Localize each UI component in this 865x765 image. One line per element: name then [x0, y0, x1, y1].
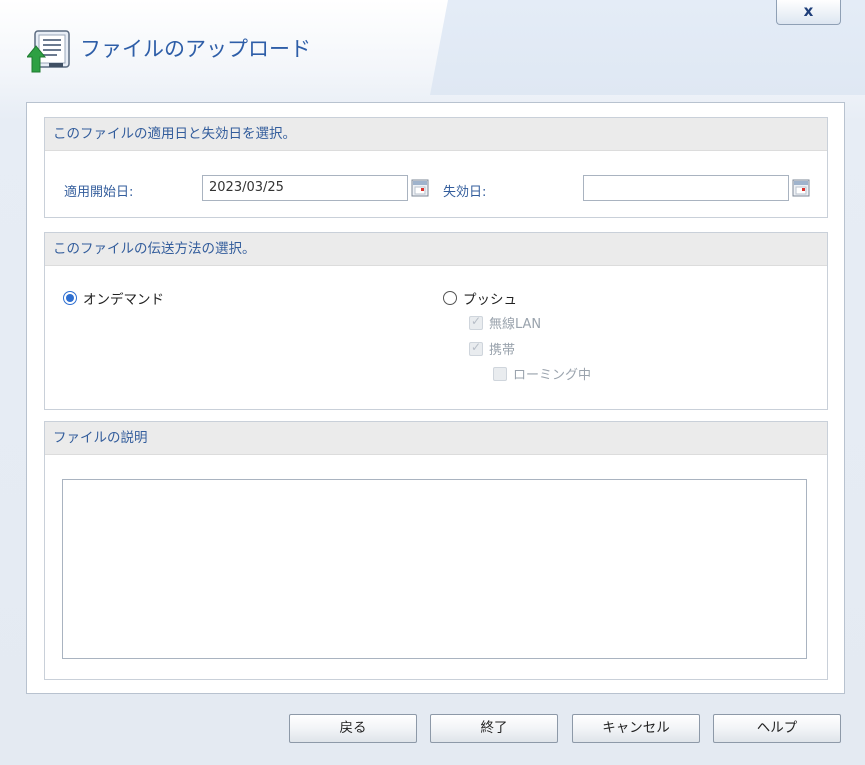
- on-demand-radio[interactable]: [63, 291, 77, 305]
- calendar-icon[interactable]: [411, 179, 429, 197]
- delivery-section: このファイルの伝送方法の選択。 オンデマンド プッシュ 無線LAN 携帯 ローミ…: [44, 232, 828, 410]
- expiry-date-label: 失効日:: [443, 185, 487, 200]
- roaming-checkbox[interactable]: [493, 367, 507, 381]
- wireless-lan-checkbox[interactable]: [469, 314, 483, 330]
- mobile-label: 携帯: [489, 343, 516, 358]
- on-demand-label: オンデマンド: [83, 292, 164, 308]
- back-button[interactable]: 戻る: [289, 714, 417, 743]
- content-panel: このファイルの適用日と失効日を選択。 適用開始日: 2023/03/25 失効日…: [26, 102, 845, 694]
- expiry-date-field[interactable]: [583, 175, 789, 201]
- upload-dialog: x ファイルのアップロード このファイルの適用日と失効日を選択。 適用開始日: …: [0, 0, 865, 765]
- push-radio[interactable]: [443, 291, 457, 305]
- mobile-checkbox[interactable]: [469, 340, 483, 356]
- push-label: プッシュ: [463, 292, 517, 308]
- description-textarea[interactable]: [62, 479, 807, 659]
- wireless-lan-label: 無線LAN: [489, 317, 542, 332]
- finish-button[interactable]: 終了: [430, 714, 558, 743]
- start-date-label: 適用開始日:: [64, 185, 134, 200]
- roaming-label: ローミング中: [513, 368, 592, 383]
- calendar-icon[interactable]: [792, 179, 810, 197]
- file-upload-icon: [27, 30, 70, 73]
- help-button[interactable]: ヘルプ: [713, 714, 841, 743]
- delivery-heading: このファイルの伝送方法の選択。: [45, 233, 827, 266]
- validity-section: このファイルの適用日と失効日を選択。 適用開始日: 2023/03/25 失効日…: [44, 117, 828, 218]
- start-date-field[interactable]: 2023/03/25: [202, 175, 408, 201]
- dialog-title: ファイルのアップロード: [80, 37, 311, 61]
- validity-heading: このファイルの適用日と失効日を選択。: [45, 118, 827, 151]
- description-heading: ファイルの説明: [45, 422, 827, 455]
- cancel-button[interactable]: キャンセル: [572, 714, 700, 743]
- description-section: ファイルの説明: [44, 421, 828, 680]
- close-button[interactable]: x: [776, 0, 841, 25]
